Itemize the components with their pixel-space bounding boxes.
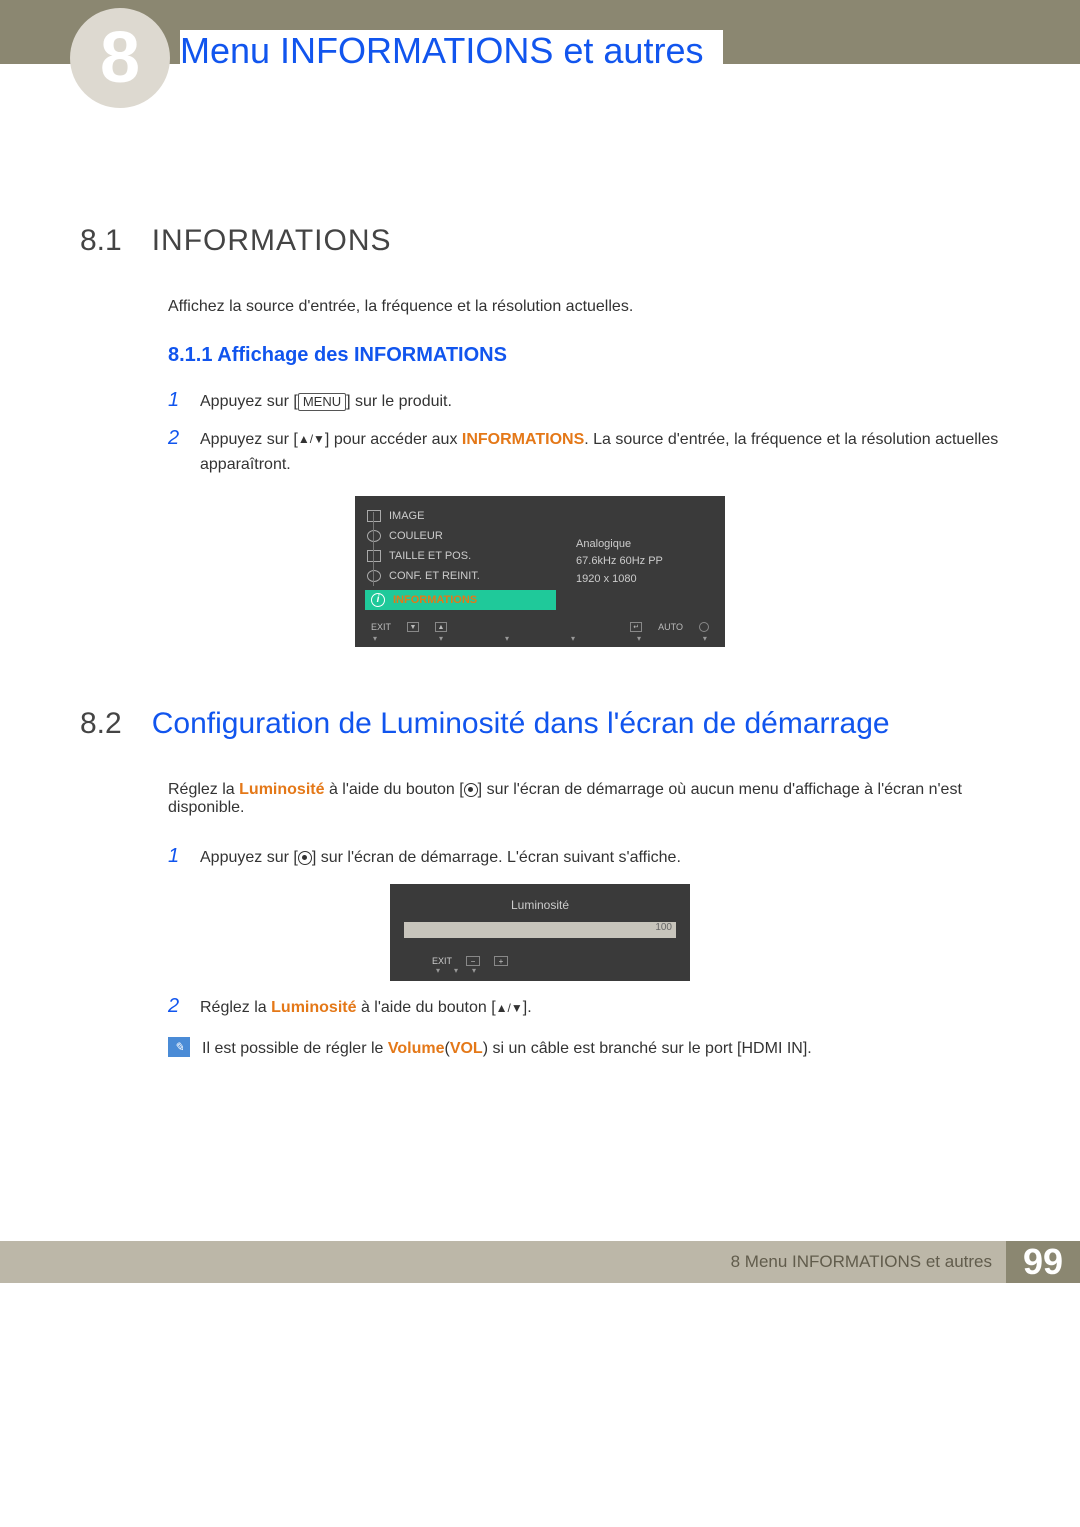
note: ✎ Il est possible de régler le Volume(VO… <box>168 1037 1000 1061</box>
section-number: 8.1 <box>80 224 122 258</box>
footer-text: 8 Menu INFORMATIONS et autres <box>0 1241 1006 1283</box>
osd-menu-list: IMAGE COULEUR TAILLE ET POS. CONF. ET RE… <box>365 506 556 610</box>
jog-button-icon <box>298 851 312 865</box>
osd-source: Analogique <box>576 536 715 554</box>
plus-icon: + <box>494 956 508 966</box>
size-icon <box>367 550 381 562</box>
section-title: INFORMATIONS <box>152 224 392 258</box>
chapter-badge: 8 <box>70 8 170 108</box>
step-number: 1 <box>168 845 186 871</box>
brightness-bar: 100 <box>404 922 676 938</box>
exit-label: EXIT <box>432 956 452 966</box>
section-8-1-desc: Affichez la source d'entrée, la fréquenc… <box>168 298 1000 316</box>
up-arrow-icon: ▲ <box>435 622 447 632</box>
exit-label: EXIT <box>371 622 391 632</box>
section-number: 8.2 <box>80 707 122 741</box>
up-down-arrows-icon: ▲/▼ <box>496 999 523 1018</box>
step-number: 2 <box>168 427 186 478</box>
step-text: Réglez la Luminosité à l'aide du bouton … <box>200 995 532 1021</box>
osd-screen: IMAGE COULEUR TAILLE ET POS. CONF. ET RE… <box>355 496 725 647</box>
osd-item-conf: CONF. ET REINIT. <box>365 566 556 586</box>
osd-item-taille: TAILLE ET POS. <box>365 546 556 566</box>
step-2: 2 Réglez la Luminosité à l'aide du bouto… <box>168 995 1000 1021</box>
page-number: 99 <box>1006 1241 1080 1283</box>
auto-label: AUTO <box>658 622 683 632</box>
osd-bottom-bar: EXIT ▼ ▲ ↵ AUTO <box>365 622 715 634</box>
page-title: Menu INFORMATIONS et autres <box>180 30 723 72</box>
step-text: Appuyez sur [MENU] sur le produit. <box>200 389 452 415</box>
chapter-number: 8 <box>100 17 140 99</box>
osd-item-informations: iINFORMATIONS <box>365 590 556 610</box>
luminosite-highlight: Luminosité <box>239 781 324 798</box>
menu-button-label: MENU <box>298 393 346 411</box>
section-8-2-heading: 8.2 Configuration de Luminosité dans l'é… <box>80 707 1000 741</box>
osd-item-image: IMAGE <box>365 506 556 526</box>
informations-highlight: INFORMATIONS <box>462 431 584 448</box>
step-1: 1 Appuyez sur [MENU] sur le produit. <box>168 389 1000 415</box>
vol-highlight: VOL <box>450 1040 483 1057</box>
brightness-title: Luminosité <box>404 898 676 912</box>
brightness-screen: Luminosité 100 EXIT − + ▾▾▾ <box>390 884 690 981</box>
step-number: 1 <box>168 389 186 415</box>
note-text: Il est possible de régler le Volume(VOL)… <box>202 1037 812 1061</box>
color-icon <box>367 530 381 542</box>
footer: 8 Menu INFORMATIONS et autres 99 <box>0 1241 1080 1283</box>
step-2: 2 Appuyez sur [▲/▼] pour accéder aux INF… <box>168 427 1000 478</box>
power-icon <box>699 622 709 632</box>
info-icon: i <box>371 593 385 607</box>
image-icon <box>367 510 381 522</box>
up-down-arrows-icon: ▲/▼ <box>298 430 325 449</box>
luminosite-highlight: Luminosité <box>271 999 356 1016</box>
brightness-value: 100 <box>655 922 672 933</box>
section-8-2-desc: Réglez la Luminosité à l'aide du bouton … <box>168 781 1000 817</box>
note-icon: ✎ <box>168 1037 190 1057</box>
brightness-figure: Luminosité 100 EXIT − + ▾▾▾ <box>80 884 1000 981</box>
step-1: 1 Appuyez sur [] sur l'écran de démarrag… <box>168 845 1000 871</box>
osd-frequency: 67.6kHz 60Hz PP <box>576 553 715 571</box>
osd-resolution: 1920 x 1080 <box>576 571 715 589</box>
step-text: Appuyez sur [] sur l'écran de démarrage.… <box>200 845 681 871</box>
minus-icon: − <box>466 956 480 966</box>
settings-icon <box>367 570 381 582</box>
step-text: Appuyez sur [▲/▼] pour accéder aux INFOR… <box>200 427 1000 478</box>
brightness-bottom-bar: EXIT − + <box>404 956 676 966</box>
volume-highlight: Volume <box>388 1040 445 1057</box>
step-number: 2 <box>168 995 186 1021</box>
section-8-1-heading: 8.1 INFORMATIONS <box>80 224 1000 258</box>
page-content: 8.1 INFORMATIONS Affichez la source d'en… <box>0 64 1080 1101</box>
down-arrow-icon: ▼ <box>407 622 419 632</box>
jog-button-icon <box>464 783 478 797</box>
section-title: Configuration de Luminosité dans l'écran… <box>152 707 890 741</box>
osd-figure: IMAGE COULEUR TAILLE ET POS. CONF. ET RE… <box>80 496 1000 647</box>
osd-item-couleur: COULEUR <box>365 526 556 546</box>
enter-icon: ↵ <box>630 622 642 632</box>
subsection-8-1-1-title: 8.1.1 Affichage des INFORMATIONS <box>168 344 1000 367</box>
osd-info-panel: Analogique 67.6kHz 60Hz PP 1920 x 1080 <box>576 506 715 610</box>
